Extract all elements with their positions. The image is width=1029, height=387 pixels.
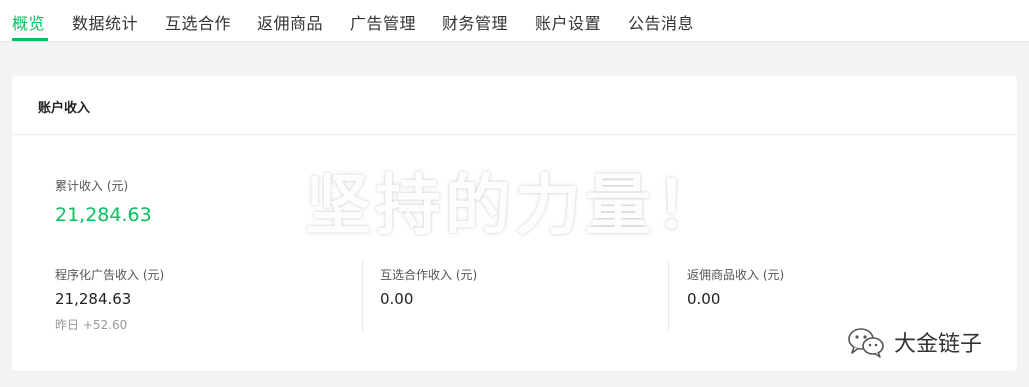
tab-data-statistics[interactable]: 数据统计 (72, 10, 138, 34)
programmatic-ad-income-value: 21,284.63 (55, 290, 132, 308)
column-divider (362, 260, 363, 332)
column-divider (668, 260, 669, 332)
card-header: 账户收入 (12, 76, 1017, 135)
watermark-text: 坚持的力量！ (305, 167, 725, 244)
mutual-cooperation-income-label: 互选合作收入 (元) (380, 268, 478, 282)
tab-overview[interactable]: 概览 (12, 10, 45, 34)
mutual-cooperation-income-value: 0.00 (380, 290, 414, 308)
total-income-label: 累计收入 (元) (55, 179, 129, 193)
total-income-value: 21,284.63 (55, 204, 152, 226)
card-title: 账户收入 (38, 101, 91, 116)
top-navigation: 概览 数据统计 互选合作 返佣商品 广告管理 财务管理 账户设置 公告消息 (0, 0, 1029, 42)
brand-name: 大金链子 (894, 332, 983, 357)
active-tab-indicator (12, 38, 48, 41)
tab-account-settings[interactable]: 账户设置 (535, 10, 601, 34)
commission-product-income-label: 返佣商品收入 (元) (687, 268, 785, 282)
tab-ad-management[interactable]: 广告管理 (350, 10, 416, 34)
tab-finance-management[interactable]: 财务管理 (442, 10, 508, 34)
yesterday-change: 昨日 +52.60 (55, 318, 128, 332)
tab-mutual-cooperation[interactable]: 互选合作 (165, 10, 231, 34)
programmatic-ad-income-label: 程序化广告收入 (元) (55, 268, 165, 282)
tab-announcements[interactable]: 公告消息 (628, 10, 694, 34)
tab-commission-products[interactable]: 返佣商品 (257, 10, 323, 34)
commission-product-income-value: 0.00 (687, 290, 721, 308)
wechat-icon (846, 325, 886, 359)
brand-signature: 大金链子 (846, 325, 982, 359)
